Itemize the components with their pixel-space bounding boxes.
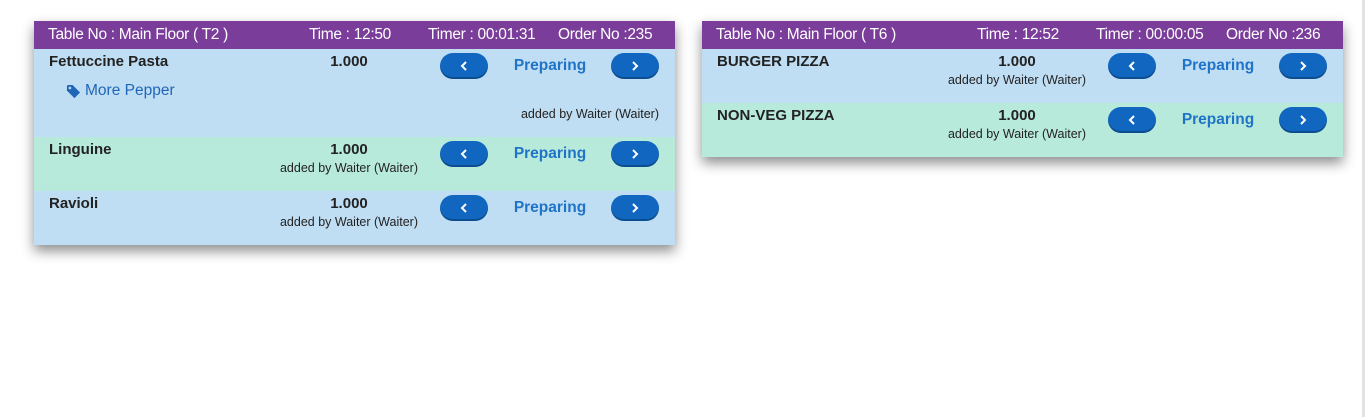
added-by: added by Waiter (Waiter): [279, 215, 418, 229]
order-number: Order No :236: [1226, 26, 1321, 43]
added-by: added by Waiter (Waiter): [279, 161, 418, 175]
modifier-label: More Pepper: [85, 82, 175, 99]
next-status-button[interactable]: [1279, 53, 1327, 79]
next-status-button[interactable]: [611, 53, 659, 79]
order-item-row: Ravioli 1.000 added by Waiter (Waiter) P…: [34, 191, 675, 245]
chevron-right-icon: [632, 149, 639, 159]
chevron-left-icon: [460, 203, 467, 213]
chevron-right-icon: [632, 203, 639, 213]
item-name: BURGER PIZZA: [717, 53, 830, 70]
table-number: Table No : Main Floor ( T6 ): [716, 26, 896, 43]
chevron-right-icon: [632, 61, 639, 71]
order-card-header: Table No : Main Floor ( T2 ) Time : 12:5…: [34, 21, 675, 49]
order-timer: Timer : 00:00:05: [1096, 26, 1204, 43]
order-item-row: Linguine 1.000 added by Waiter (Waiter) …: [34, 137, 675, 191]
order-card-header: Table No : Main Floor ( T6 ) Time : 12:5…: [702, 21, 1343, 49]
item-name: Ravioli: [49, 195, 99, 212]
chevron-right-icon: [1300, 61, 1307, 71]
order-item-row: NON-VEG PIZZA 1.000 added by Waiter (Wai…: [702, 103, 1343, 157]
item-status[interactable]: Preparing: [1172, 111, 1264, 129]
order-item-row: Fettuccine Pasta 1.000 More Pepper added…: [34, 49, 675, 137]
item-quantity: 1.000: [998, 107, 1036, 124]
item-quantity: 1.000: [330, 141, 368, 158]
item-status[interactable]: Preparing: [1172, 57, 1264, 75]
item-modifier: More Pepper: [66, 82, 175, 100]
previous-status-button[interactable]: [1108, 53, 1156, 79]
item-quantity: 1.000: [998, 53, 1036, 70]
order-timer: Timer : 00:01:31: [428, 26, 536, 43]
added-by: added by Waiter (Waiter): [947, 73, 1086, 87]
item-quantity: 1.000: [330, 195, 368, 212]
item-status[interactable]: Preparing: [504, 199, 596, 217]
order-time: Time : 12:50: [309, 26, 391, 43]
chevron-right-icon: [1300, 115, 1307, 125]
order-number: Order No :235: [558, 26, 653, 43]
next-status-button[interactable]: [611, 195, 659, 221]
item-name: NON-VEG PIZZA: [717, 107, 835, 124]
previous-status-button[interactable]: [440, 141, 488, 167]
item-status[interactable]: Preparing: [504, 57, 596, 75]
item-name: Linguine: [49, 141, 112, 158]
item-quantity: 1.000: [330, 53, 368, 70]
chevron-left-icon: [460, 149, 467, 159]
chevron-left-icon: [1128, 115, 1135, 125]
tag-icon: [66, 84, 81, 98]
added-by: added by Waiter (Waiter): [947, 127, 1086, 141]
item-status[interactable]: Preparing: [504, 145, 596, 163]
previous-status-button[interactable]: [440, 195, 488, 221]
item-name: Fettuccine Pasta: [49, 53, 169, 70]
order-card: Table No : Main Floor ( T6 ) Time : 12:5…: [702, 21, 1343, 157]
chevron-left-icon: [1128, 61, 1135, 71]
next-status-button[interactable]: [1279, 107, 1327, 133]
previous-status-button[interactable]: [440, 53, 488, 79]
table-number: Table No : Main Floor ( T2 ): [48, 26, 228, 43]
next-status-button[interactable]: [611, 141, 659, 167]
order-item-row: BURGER PIZZA 1.000 added by Waiter (Wait…: [702, 49, 1343, 103]
added-by: added by Waiter (Waiter): [520, 107, 659, 121]
order-card: Table No : Main Floor ( T2 ) Time : 12:5…: [34, 21, 675, 245]
chevron-left-icon: [460, 61, 467, 71]
previous-status-button[interactable]: [1108, 107, 1156, 133]
order-time: Time : 12:52: [977, 26, 1059, 43]
